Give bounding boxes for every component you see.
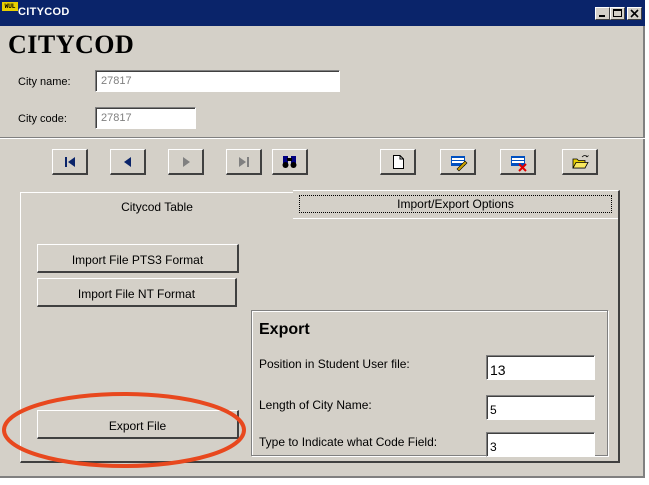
position-field[interactable]: 13 xyxy=(486,355,595,380)
close-button[interactable] xyxy=(627,7,642,20)
type-field[interactable]: 3 xyxy=(486,432,595,457)
previous-record-button[interactable] xyxy=(110,149,146,175)
focus-rectangle xyxy=(299,195,612,213)
city-name-field[interactable]: 27817 xyxy=(95,70,340,92)
first-record-icon xyxy=(65,157,75,167)
tab-citycod-table[interactable]: Citycod Table xyxy=(20,192,293,220)
app-icon: WUL xyxy=(2,2,18,11)
length-field[interactable]: 5 xyxy=(486,395,595,420)
minimize-icon xyxy=(599,15,605,17)
delete-record-button[interactable] xyxy=(500,149,536,175)
last-record-icon xyxy=(239,157,249,167)
maximize-icon xyxy=(613,9,622,17)
separator xyxy=(0,137,645,139)
maximize-button[interactable] xyxy=(610,7,625,20)
minimize-button[interactable] xyxy=(595,7,610,20)
city-code-label: City code: xyxy=(18,113,67,125)
delete-record-icon xyxy=(511,156,527,172)
import-nt-button[interactable]: Import File NT Format xyxy=(37,278,237,307)
edit-record-icon xyxy=(451,156,468,172)
new-record-icon xyxy=(393,155,404,169)
open-folder-icon xyxy=(572,155,589,169)
import-pts3-button[interactable]: Import File PTS3 Format xyxy=(37,244,239,273)
open-folder-button[interactable] xyxy=(562,149,598,175)
next-record-button[interactable] xyxy=(168,149,204,175)
type-label: Type to Indicate what Code Field: xyxy=(259,435,438,449)
find-icon xyxy=(282,156,297,168)
length-label: Length of City Name: xyxy=(259,398,372,412)
citycod-window: WUL CITYCOD CITYCOD City name: 27817 Cit… xyxy=(0,0,645,478)
next-record-icon xyxy=(183,157,190,167)
export-title: Export xyxy=(259,321,310,338)
new-record-button[interactable] xyxy=(380,149,416,175)
last-record-button[interactable] xyxy=(226,149,262,175)
export-file-button[interactable]: Export File xyxy=(37,410,239,439)
tab-import-export-options[interactable]: Import/Export Options xyxy=(293,190,620,219)
previous-record-icon xyxy=(124,157,131,167)
first-record-button[interactable] xyxy=(52,149,88,175)
city-code-field[interactable]: 27817 xyxy=(95,107,196,129)
city-name-label: City name: xyxy=(18,76,71,88)
title-bar[interactable]: WUL CITYCOD xyxy=(0,0,645,26)
edit-record-button[interactable] xyxy=(440,149,476,175)
find-button[interactable] xyxy=(272,149,308,175)
page-title: CITYCOD xyxy=(8,30,135,59)
window-title: CITYCOD xyxy=(18,6,70,18)
close-icon xyxy=(630,9,639,18)
position-label: Position in Student User file: xyxy=(259,357,410,371)
tab-citycod-table-label: Citycod Table xyxy=(121,200,193,214)
